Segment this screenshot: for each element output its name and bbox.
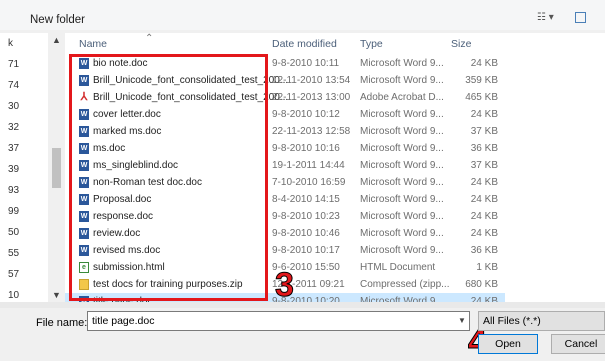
file-size: 24 KB [470,211,498,222]
file-type-filter[interactable]: All Files (*.*) [478,311,605,331]
preview-pane-icon[interactable] [575,12,599,26]
file-size: 37 KB [470,160,498,171]
file-name-input[interactable] [87,311,470,331]
file-date: 19-1-2011 14:44 [272,160,345,171]
view-options-icon[interactable]: ☷ ▾ [537,12,561,26]
column-header-name[interactable]: Name [79,38,107,50]
highlight-box [69,54,268,301]
file-size: 359 KB [465,75,498,86]
nav-item[interactable]: 37 [0,138,48,159]
nav-item[interactable]: 74 [0,75,48,96]
scroll-down-icon[interactable]: ▼ [52,290,61,300]
file-date: 9-8-2010 10:12 [272,109,340,120]
horizontal-scrollbar[interactable] [0,302,605,308]
nav-item[interactable]: 55 [0,243,48,264]
sort-ascending-icon: ⌃ [145,33,154,44]
open-button[interactable]: Open [478,334,538,354]
file-date: 12-11-2010 13:54 [272,75,351,86]
file-date: 7-10-2010 16:59 [272,177,346,188]
file-date: 9-8-2010 10:23 [272,211,340,222]
file-size: 24 KB [470,109,498,120]
file-size: 24 KB [470,228,498,239]
file-date: 22-11-2013 13:00 [272,92,351,103]
file-date: 9-8-2010 10:46 [272,228,340,239]
file-name-label: File name: [36,317,88,329]
step-3-marker: 3 [275,266,295,304]
column-header-size[interactable]: Size [451,38,471,50]
nav-scrollbar[interactable]: ▲ ▼ [48,33,65,302]
file-size: 465 KB [465,92,498,103]
file-date: 22-11-2013 12:58 [272,126,351,137]
nav-item[interactable]: 57 [0,264,48,285]
scroll-up-icon[interactable]: ▲ [52,35,61,45]
nav-item[interactable]: 39 [0,159,48,180]
nav-item[interactable]: 10 [0,285,48,302]
file-size: 1 KB [476,262,498,273]
new-folder-button[interactable]: New folder [30,14,85,26]
cancel-button[interactable]: Cancel [551,334,605,354]
file-size: 24 KB [470,177,498,188]
scrollbar-thumb[interactable] [52,148,61,188]
file-size: 36 KB [470,245,498,256]
file-size: 24 KB [470,194,498,205]
nav-item[interactable]: 93 [0,180,48,201]
file-size: 36 KB [470,143,498,154]
file-date: 8-4-2010 14:15 [272,194,340,205]
file-size: 680 KB [465,279,498,290]
nav-item[interactable]: 99 [0,201,48,222]
navigation-pane: k71743032373993995055571011 [0,33,48,302]
chevron-down-icon[interactable]: ▼ [458,316,466,325]
nav-item[interactable]: k [0,33,48,54]
file-date: 9-8-2010 10:11 [272,58,340,69]
nav-item[interactable]: 71 [0,54,48,75]
file-size: 37 KB [470,126,498,137]
file-date: 9-8-2010 10:16 [272,143,340,154]
column-header-date[interactable]: Date modified [272,38,337,50]
column-header-type[interactable]: Type [360,38,383,50]
file-date: 9-8-2010 10:17 [272,245,340,256]
file-size: 24 KB [470,58,498,69]
nav-item[interactable]: 30 [0,96,48,117]
nav-item[interactable]: 32 [0,117,48,138]
nav-item[interactable]: 50 [0,222,48,243]
toolbar: New folder ☷ ▾ [0,0,605,30]
